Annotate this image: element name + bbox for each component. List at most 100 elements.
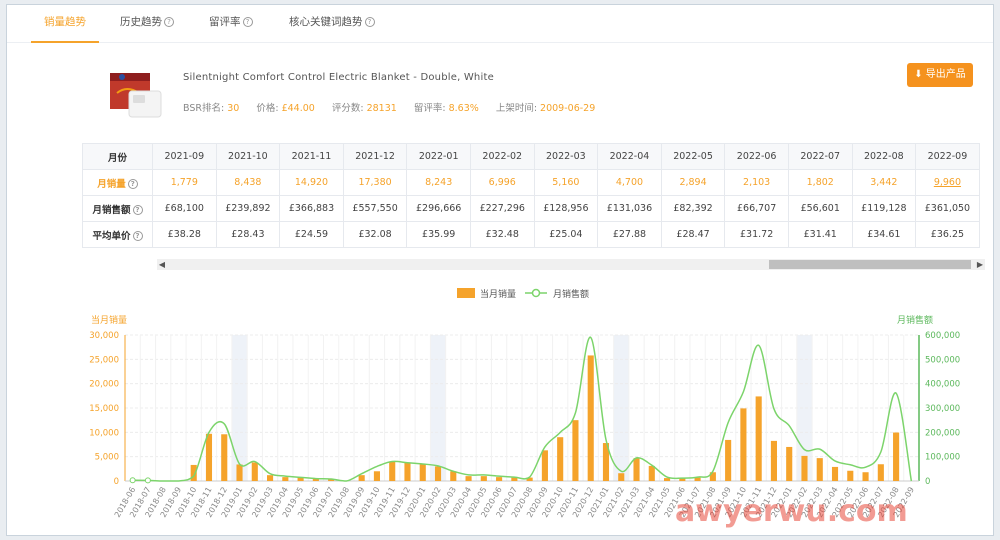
sales-bar xyxy=(740,408,747,481)
right-tick-label: 500,000 xyxy=(925,355,960,365)
tab-keyword-trend[interactable]: 核心关键词趋势? xyxy=(289,5,375,43)
table-row-label: 月销售额? xyxy=(82,195,153,222)
left-tick-label: 10,000 xyxy=(89,428,119,438)
row-label-text: 月销售额 xyxy=(92,204,131,216)
table-month-header: 2022-05 xyxy=(660,143,726,170)
bsr-value: 30 xyxy=(227,103,240,114)
help-icon[interactable]: ? xyxy=(164,17,174,27)
table-cell: £38.28 xyxy=(152,221,217,248)
table-scrollbar[interactable]: ◀ ▶ xyxy=(157,259,985,270)
row-label-text: 月销量 xyxy=(97,178,126,190)
table-header-label: 月份 xyxy=(82,143,153,170)
table-month-header: 2022-08 xyxy=(851,143,917,170)
table-cell: £28.43 xyxy=(215,221,281,248)
row-label-text: 平均单价 xyxy=(92,230,131,242)
table-cell: £366,883 xyxy=(279,195,344,222)
sales-bar xyxy=(419,463,426,481)
sales-bar xyxy=(801,455,808,481)
table-cell: 1,779 xyxy=(152,169,217,196)
left-tick-label: 15,000 xyxy=(89,404,119,414)
legend-bar-swatch xyxy=(457,288,475,298)
sales-bar xyxy=(465,476,472,481)
sales-bar xyxy=(434,466,442,481)
table-row: 平均单价? £38.28 £28.43 £24.59 £32.08 £35.99 £32.4… xyxy=(82,221,980,248)
table-month-header: 2022-04 xyxy=(597,143,662,170)
legend-line-marker xyxy=(531,288,541,298)
tab-bar: 销量趋势 历史趋势? 留评率? 核心关键词趋势? xyxy=(7,5,993,43)
rating-label: 评分数: xyxy=(331,103,364,114)
sales-bar xyxy=(831,466,839,481)
table-month-header: 2021-12 xyxy=(342,143,408,170)
help-icon[interactable]: ? xyxy=(242,17,253,27)
table-cell: 8,243 xyxy=(406,169,471,196)
sales-bar xyxy=(755,396,762,481)
sales-bar xyxy=(877,464,884,481)
tab-history-trend[interactable]: 历史趋势? xyxy=(120,5,174,43)
table-month-header: 2022-02 xyxy=(469,143,535,170)
table-cell: 9,960 xyxy=(915,169,980,196)
table-cell: £56,601 xyxy=(787,195,853,222)
table-cell: £68,100 xyxy=(152,195,217,222)
sales-bar xyxy=(847,470,854,481)
review-rate-label: 留评率: xyxy=(413,103,446,114)
tab-review-rate[interactable]: 留评率? xyxy=(209,5,253,43)
sales-bar xyxy=(893,432,900,481)
table-month-header: 2021-09 xyxy=(152,143,217,170)
sales-bar xyxy=(373,471,380,481)
price-label: 价格: xyxy=(256,103,279,114)
right-tick-label: 400,000 xyxy=(925,380,960,390)
table-cell: 1,802 xyxy=(787,169,853,196)
sales-bar xyxy=(358,475,365,481)
help-icon[interactable]: ? xyxy=(364,17,375,27)
table-cell: £32.48 xyxy=(469,221,535,248)
sales-bar xyxy=(389,461,396,481)
left-tick-label: 30,000 xyxy=(89,331,119,341)
sales-bar xyxy=(587,355,594,481)
help-icon[interactable]: ? xyxy=(127,178,138,189)
download-icon: ⬇ xyxy=(914,69,926,80)
tab-label: 留评率 xyxy=(209,16,241,28)
right-tick-label: 600,000 xyxy=(925,331,960,341)
sales-bar xyxy=(572,420,579,481)
table-cell: 6,996 xyxy=(469,169,535,196)
sales-bar xyxy=(557,437,564,481)
legend-revenue-label: 月销售额 xyxy=(553,288,589,300)
left-axis-title: 当月销量 xyxy=(91,314,127,326)
table-cell: 14,920 xyxy=(279,169,344,196)
scroll-thumb[interactable] xyxy=(769,260,971,269)
sales-bar xyxy=(725,439,732,481)
sales-chart: 当月销量 月销售额当月销量 月销售额0 05,000 100,00010,000 200,… xyxy=(89,288,960,529)
help-icon[interactable]: ? xyxy=(132,204,143,215)
left-tick-label: 20,000 xyxy=(89,380,119,390)
export-button[interactable]: ⬇ 导出产品 xyxy=(907,63,973,87)
right-tick-label: 100,000 xyxy=(925,453,960,463)
table-cell: £36.25 xyxy=(915,221,980,248)
table-cell: £296,666 xyxy=(406,195,471,222)
help-icon[interactable]: ? xyxy=(132,230,143,241)
table-cell: £557,550 xyxy=(342,195,408,222)
price-value: £44.00 xyxy=(281,103,315,114)
tab-label: 历史趋势 xyxy=(120,16,162,28)
table-cell: 8,438 xyxy=(215,169,281,196)
table-header-row: 月份 2021-09 2021-10 2021-11 2021-12 2022-01 202… xyxy=(82,143,980,170)
table-month-header: 2021-10 xyxy=(215,143,281,170)
review-rate-value: 8.63% xyxy=(448,103,479,114)
scroll-right-icon[interactable]: ▶ xyxy=(975,259,985,270)
table-cell: £119,128 xyxy=(851,195,917,222)
tab-label: 核心关键词趋势 xyxy=(289,16,363,28)
tab-sales-trend[interactable]: 销量趋势 xyxy=(31,5,99,43)
table-month-header: 2022-03 xyxy=(533,143,599,170)
sales-bar xyxy=(404,462,411,481)
sales-bar xyxy=(496,477,503,481)
table-cell: 4,700 xyxy=(597,169,662,196)
product-title[interactable]: Silentnight Comfort Control Electric Bla… xyxy=(183,72,494,83)
table-cell: £35.99 xyxy=(406,221,471,248)
table-month-header: 2022-07 xyxy=(787,143,853,170)
table-cell: 2,103 xyxy=(724,169,789,196)
table-cell: £28.47 xyxy=(660,221,726,248)
sales-bar xyxy=(862,472,869,481)
sales-bar xyxy=(450,471,457,481)
scroll-left-icon[interactable]: ◀ xyxy=(157,259,167,270)
tab-label: 销量趋势 xyxy=(44,16,86,28)
product-image[interactable] xyxy=(107,65,165,123)
